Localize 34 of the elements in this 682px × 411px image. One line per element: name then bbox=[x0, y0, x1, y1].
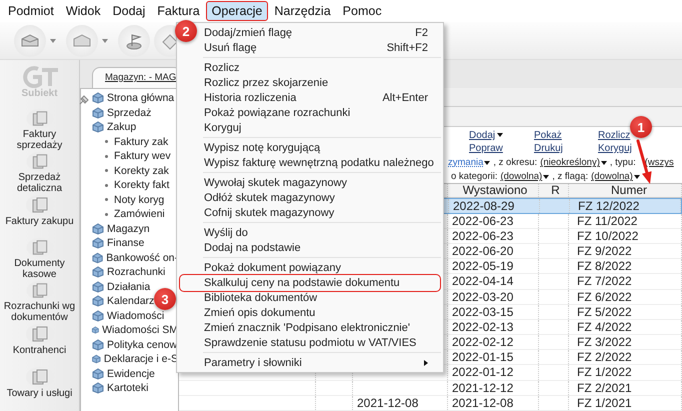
table-cell: 2022-03-20 bbox=[448, 290, 539, 304]
table-cell: 2022-06-20 bbox=[448, 244, 539, 258]
table-cell: 2021-12-08 bbox=[448, 396, 539, 410]
table-cell: 2022-01-15 bbox=[448, 350, 539, 364]
table-cell: FZ 12/2022 bbox=[570, 199, 681, 213]
filter-label: , typu: bbox=[610, 157, 636, 168]
table-cell: 2022-02-12 bbox=[448, 335, 539, 350]
table-cell: 2022-08-29 bbox=[449, 199, 540, 213]
table-cell: 2022-06-23 bbox=[448, 214, 539, 228]
filter-label: , z flagą: bbox=[552, 171, 588, 182]
filter-label: , z okresu: bbox=[493, 157, 538, 168]
table-cell: 2022-06-23 bbox=[448, 228, 539, 243]
table-cell: FZ 1/2021 bbox=[569, 396, 682, 410]
table-cell: FZ 7/2022 bbox=[569, 274, 682, 288]
table-cell: 2022-01-12 bbox=[448, 365, 539, 380]
table-cell: FZ 2/2021 bbox=[569, 380, 682, 395]
table-cell: 2022-04-14 bbox=[448, 274, 539, 288]
table-cell: 2022-03-15 bbox=[448, 304, 539, 319]
step-badge: 1 bbox=[630, 116, 652, 138]
table-cell: FZ 10/2022 bbox=[569, 228, 682, 243]
table-cell: 2021-12-08 bbox=[353, 396, 448, 410]
table-cell: FZ 1/2022 bbox=[569, 365, 682, 380]
table-cell: FZ 2/2022 bbox=[569, 350, 682, 364]
filter-label: o kategorii: bbox=[451, 171, 498, 182]
table-cell: FZ 5/2022 bbox=[569, 304, 682, 319]
table-cell: FZ 6/2022 bbox=[569, 290, 682, 304]
table-cell: FZ 3/2022 bbox=[569, 335, 682, 350]
table-cell: 2022-02-13 bbox=[448, 320, 539, 334]
table-cell: FZ 4/2022 bbox=[569, 320, 682, 334]
table-cell: 2021-12-12 bbox=[448, 380, 539, 395]
table-cell: 2022-05-19 bbox=[448, 259, 539, 274]
table-cell: FZ 9/2022 bbox=[569, 244, 682, 258]
table-cell: FZ 11/2022 bbox=[569, 214, 682, 228]
table-cell: FZ 8/2022 bbox=[569, 259, 682, 274]
